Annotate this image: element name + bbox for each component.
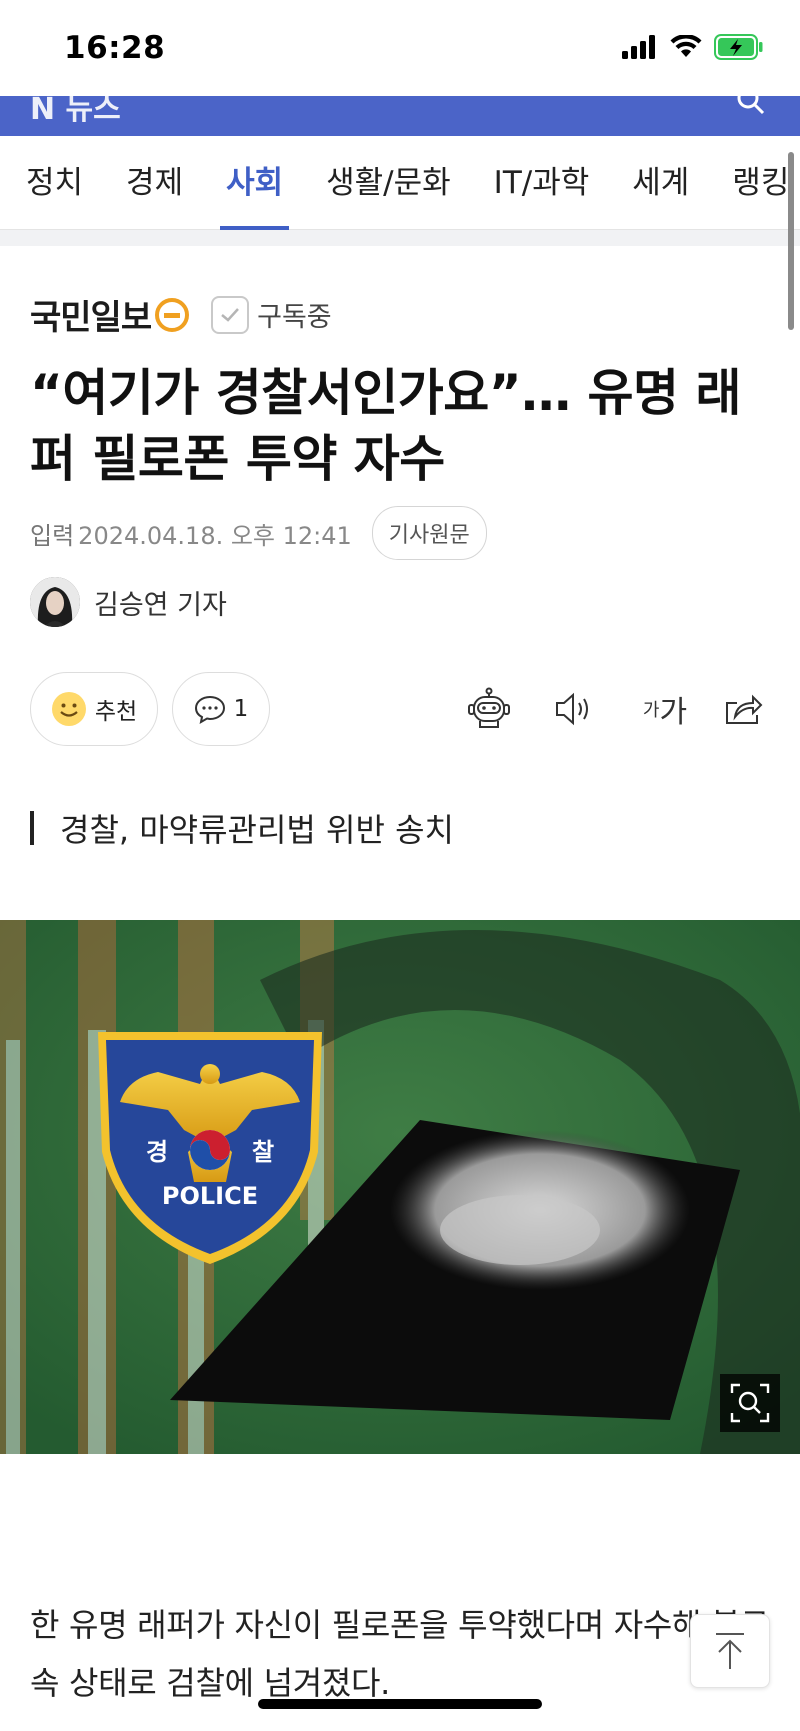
tab-economy[interactable]: 경제 [126,136,183,230]
subtitle-text: 경찰, 마약류관리법 위반 송치 [60,811,454,849]
article-headline: “여기가 경찰서인가요”… 유명 래퍼 필로폰 투약 자수 [30,364,741,488]
font-small-glyph: 가 [642,700,660,721]
category-tabs: 정치 경제 사회 생활/문화 IT/과학 세계 랭킹 [0,136,800,230]
font-big-glyph: 가 [659,695,688,730]
tab-it-science[interactable]: IT/과학 [494,136,590,230]
subtitle-bar [30,811,34,845]
comment-count: 1 [233,696,249,722]
article-actions: 추천 1 가가 [30,672,770,746]
zoom-scan-icon [730,1383,770,1423]
text-to-speech-button[interactable] [550,686,596,732]
police-drug-illustration: 경 찰 POLICE [0,920,800,1454]
article-subtitle: 경찰, 마약류관리법 위반 송치 [30,805,454,851]
recommend-button[interactable]: 추천 [30,672,158,746]
checkbox-icon [211,295,250,334]
section-divider [0,230,800,246]
tab-life-culture[interactable]: 생활/문화 [326,136,451,230]
avatar [30,577,80,627]
scrollbar[interactable] [788,152,794,330]
original-article-button[interactable]: 기사원문 [371,506,487,560]
app-logo[interactable]: N 뉴스 [30,96,121,128]
badge-left-char: 경 [146,1138,168,1166]
tab-world[interactable]: 세계 [632,136,689,230]
robot-icon [468,687,510,728]
meta-label: 입력 [30,521,75,550]
app-header: N 뉴스 [0,96,800,136]
smile-icon [51,692,86,726]
share-button[interactable] [720,686,766,732]
search-icon[interactable] [736,96,766,116]
wifi-icon [670,35,702,57]
badge-right-char: 찰 [252,1138,274,1166]
home-indicator[interactable] [258,1699,542,1709]
subscribe-label: 구독중 [257,302,332,333]
signal-icon [622,35,655,59]
status-bar: 16:28 [0,0,800,96]
press-emblem-icon [155,297,190,332]
reporter-row[interactable]: 김승연 기자 [30,577,227,627]
press-row: 국민일보 구독중 [30,290,332,339]
battery-charging-icon [714,34,763,60]
subscribe-button[interactable]: 구독중 [211,295,332,334]
article-body: 한 유명 래퍼가 자신이 필로폰을 투약했다며 자수해 불구속 상태로 검찰에 … [30,1606,770,1702]
speaker-icon [556,692,588,726]
status-icons [622,34,764,60]
tab-society[interactable]: 사회 [220,136,290,230]
article-meta: 입력 2024.04.18. 오후 12:41 기사원문 [30,506,487,560]
badge-word: POLICE [162,1182,258,1210]
comment-button[interactable]: 1 [172,672,270,746]
tab-politics[interactable]: 정치 [26,136,83,230]
share-icon [726,694,763,724]
recommend-label: 추천 [94,699,138,725]
comment-icon [194,695,225,724]
scroll-top-button[interactable] [690,1614,770,1688]
font-size-button[interactable]: 가가 [630,686,700,732]
article-date: 2024.04.18. 오후 12:41 [78,521,352,550]
summary-bot-button[interactable] [466,686,512,732]
status-time: 16:28 [64,30,166,66]
article-image[interactable]: 경 찰 POLICE [0,920,800,1454]
arrow-up-icon [716,1633,744,1669]
press-logo[interactable]: 국민일보 [30,290,152,339]
tab-ranking[interactable]: 랭킹 [732,136,789,230]
reporter-name: 김승연 기자 [94,589,227,621]
image-zoom-button[interactable] [720,1374,780,1432]
